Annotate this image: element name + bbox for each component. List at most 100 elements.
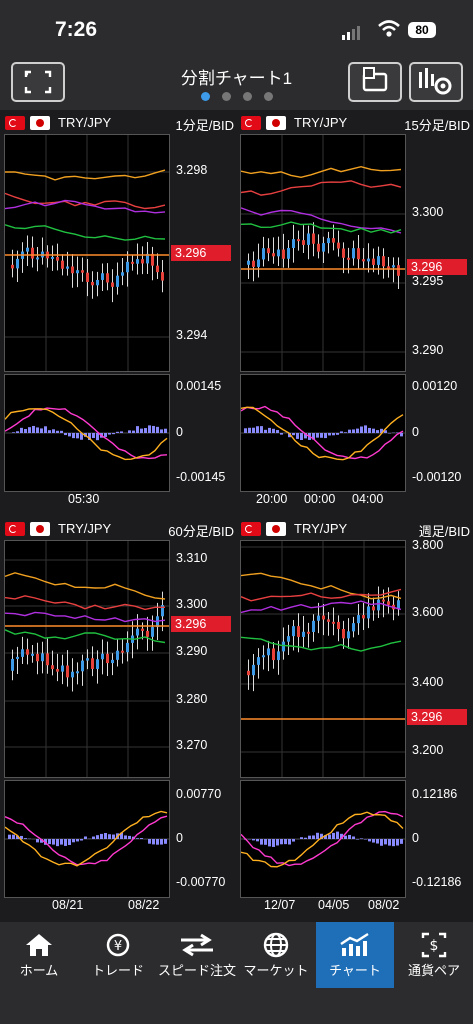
chart-panel-header: TRY/JPY 週足/BID <box>236 518 472 540</box>
macd-histogram-bar <box>112 834 115 839</box>
chart-panel[interactable]: TRY/JPY 週足/BID 3.800 3.600 3.400 3.200 3.296 0.… <box>236 518 472 918</box>
currency-icon: $ <box>421 932 447 958</box>
macd-histogram-bar <box>48 430 51 433</box>
price-axis-label: 3.200 <box>412 743 444 757</box>
price-axis-label: 3.310 <box>176 551 208 565</box>
macd-histogram-bar <box>52 429 55 433</box>
candle <box>121 650 124 653</box>
timeframe-label[interactable]: 60分足/BID <box>168 521 234 540</box>
macd-histogram-bar <box>388 839 391 846</box>
tab-home[interactable]: ホーム <box>0 922 78 988</box>
macd-histogram-bar <box>328 433 331 436</box>
macd-histogram-bar <box>316 832 319 839</box>
macd-histogram-bar <box>292 839 295 842</box>
macd-chart[interactable] <box>240 374 406 492</box>
tab-market[interactable]: マーケット <box>237 922 315 988</box>
tab-speed-order[interactable]: スピード注文 <box>158 922 236 988</box>
macd-histogram-bar <box>164 428 167 433</box>
candle <box>91 658 94 669</box>
macd-histogram-bar <box>164 839 167 844</box>
page-dot-1[interactable] <box>200 92 210 101</box>
macd-histogram-bar <box>244 428 247 433</box>
candle <box>36 257 39 260</box>
macd-axis-label: -0.00120 <box>412 470 462 484</box>
macd-histogram-bar <box>256 426 259 433</box>
candle <box>357 248 360 260</box>
currency-pair-label: TRY/JPY <box>58 115 112 130</box>
macd-chart[interactable] <box>4 780 170 898</box>
rotate-button[interactable] <box>348 62 402 102</box>
price-axis-label: 3.290 <box>176 644 208 658</box>
time-axis-label: 05:30 <box>68 492 100 506</box>
time-axis-label: 04/05 <box>318 898 350 912</box>
ma-mid-line <box>240 180 402 196</box>
candle <box>312 620 315 632</box>
candle <box>16 258 19 269</box>
macd-histogram-bar <box>380 839 383 846</box>
macd-chart[interactable] <box>4 374 170 492</box>
macd-axis-label: 0 <box>412 831 419 845</box>
time-axis-label: 08/02 <box>368 898 400 912</box>
candlestick-chart[interactable] <box>240 540 406 778</box>
chart-panel[interactable]: TRY/JPY 15分足/BID 3.300 3.295 3.290 3.296 0.001… <box>236 112 472 512</box>
timeframe-label[interactable]: 15分足/BID <box>404 115 470 134</box>
macd-axis-label: 0.12186 <box>412 787 458 801</box>
macd-histogram-bar <box>108 834 111 839</box>
time-axis-label: 20:00 <box>256 492 288 506</box>
chart-settings-button[interactable] <box>409 62 463 102</box>
macd-plot <box>240 405 405 461</box>
ma-longest-line <box>4 224 166 241</box>
candle <box>307 631 310 634</box>
candle <box>56 256 59 261</box>
tab-chart[interactable]: チャート <box>316 922 394 988</box>
tab-trade[interactable]: ¥ トレード <box>79 922 157 988</box>
price-axis-label: 3.600 <box>412 605 444 619</box>
macd-histogram-bar <box>376 430 379 433</box>
candle <box>262 655 265 658</box>
candle <box>337 242 340 249</box>
candle <box>51 256 54 259</box>
macd-chart[interactable] <box>240 780 406 898</box>
candle <box>136 628 139 636</box>
candle <box>282 249 285 259</box>
chart-panel[interactable]: TRY/JPY 1分足/BID 3.298 3.294 3.296 0.00145 0 -0.… <box>0 112 236 512</box>
candlestick-chart[interactable] <box>240 134 406 372</box>
macd-histogram-bar <box>304 837 307 839</box>
candle <box>121 272 124 276</box>
macd-histogram-bar <box>384 839 387 845</box>
macd-histogram-bar <box>40 428 43 433</box>
candle <box>332 238 335 243</box>
macd-histogram-bar <box>68 433 71 437</box>
tab-chart-label: チャート <box>329 963 381 978</box>
candle <box>81 660 84 672</box>
candle <box>342 629 345 639</box>
macd-histogram-bar <box>280 839 283 845</box>
candle <box>96 279 99 286</box>
chart-settings-icon <box>419 68 452 95</box>
page-dot-2[interactable] <box>221 92 231 101</box>
macd-histogram-bar <box>112 433 115 435</box>
candle <box>126 261 129 273</box>
page-dot-3[interactable] <box>242 92 252 101</box>
page-indicator[interactable] <box>0 88 473 106</box>
tab-market-label: マーケット <box>243 963 309 978</box>
macd-histogram-bar <box>364 425 367 433</box>
timeframe-label[interactable]: 1分足/BID <box>175 115 234 134</box>
macd-histogram-bar <box>100 833 103 839</box>
ma-long-line <box>4 611 166 623</box>
candlestick-chart[interactable] <box>4 134 170 372</box>
macd-histogram-bar <box>352 429 355 433</box>
price-axis-label: 3.300 <box>176 597 208 611</box>
chart-panel[interactable]: TRY/JPY 60分足/BID 3.310 3.300 3.290 3.280 3.270… <box>0 518 236 918</box>
app-header: 分割チャート1 <box>0 58 473 110</box>
candle <box>372 258 375 265</box>
candle <box>267 248 270 254</box>
candle <box>61 665 64 672</box>
tab-currency-pair[interactable]: $ 通貨ペア <box>395 922 473 988</box>
svg-text:¥: ¥ <box>114 939 122 954</box>
page-dot-4[interactable] <box>263 92 273 101</box>
macd-histogram-bar <box>20 427 23 433</box>
macd-histogram-bar <box>104 433 107 437</box>
candlestick-chart[interactable] <box>4 540 170 778</box>
macd-histogram-bar <box>376 839 379 844</box>
